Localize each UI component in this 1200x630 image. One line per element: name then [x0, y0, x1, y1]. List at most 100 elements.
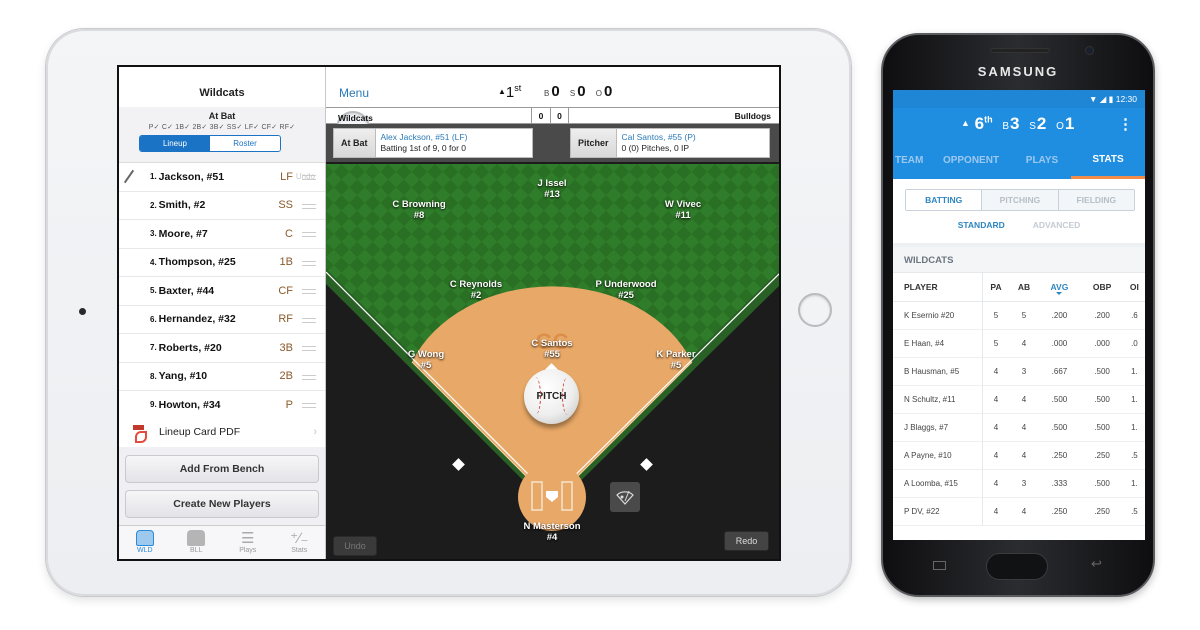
spray-chart-button[interactable]: [610, 482, 640, 512]
tab-standard[interactable]: STANDARD: [958, 220, 1005, 230]
fielder-label[interactable]: G Wong #5: [408, 349, 444, 371]
stats-row[interactable]: K Esernio #20 5 5.200.200.6: [893, 301, 1145, 330]
stats-row[interactable]: B Hausman, #5 4 3.667.500 1.: [893, 357, 1145, 386]
drag-handle-icon[interactable]: [302, 403, 316, 408]
lineup-row[interactable]: 8. Yang, #10 2B: [119, 363, 325, 391]
stats-row[interactable]: E Haan, #4 5 4.000.000.0: [893, 329, 1145, 358]
pitcher-card[interactable]: Pitcher Cal Santos, #55 (P) 0 (0) Pitches…: [570, 128, 770, 158]
tab-team[interactable]: TEAM: [893, 142, 929, 179]
lineup-row[interactable]: 3. Moore, #7 C: [119, 220, 325, 249]
drag-handle-icon[interactable]: [302, 260, 316, 266]
fielder-label[interactable]: N Masterson #4: [523, 521, 580, 543]
stats-row[interactable]: J Blaggs, #7 4 4.500.500 1.: [893, 413, 1145, 442]
column-header[interactable]: OI: [1123, 273, 1145, 302]
player-name: Howton, #34: [158, 398, 221, 411]
tab-advanced[interactable]: ADVANCED: [1033, 220, 1081, 230]
lineup-row[interactable]: 4. Thompson, #25 1B: [119, 249, 325, 277]
lineup-row[interactable]: 1. Jackson, #51 LF: [119, 163, 325, 192]
fielder-label[interactable]: C Reynolds #2: [450, 279, 502, 301]
player-cell: A Payne, #10: [893, 441, 983, 470]
add-from-bench-button[interactable]: Add From Bench: [125, 455, 319, 483]
fielder-label[interactable]: P Underwood #25: [595, 279, 656, 301]
lineup-row[interactable]: 2. Smith, #2 SS: [119, 192, 325, 220]
stats-row[interactable]: A Loomba, #15 4 3.333.500 1.: [893, 469, 1145, 498]
fielder-name: C Santos: [531, 338, 573, 349]
batting-order: 1.: [150, 172, 157, 182]
undo-button[interactable]: Undo: [333, 536, 377, 556]
at-bat-title: At Bat: [208, 111, 236, 121]
player-name: Roberts, #20: [158, 341, 222, 354]
pitch-button[interactable]: PITCH: [524, 369, 579, 424]
fielder-label[interactable]: W Vivec #11: [665, 199, 701, 221]
back-icon[interactable]: ↩: [1091, 556, 1102, 572]
tab-lineup[interactable]: Lineup: [140, 136, 210, 151]
overflow-menu-icon[interactable]: ⋮: [1118, 115, 1133, 133]
stats-row[interactable]: P DV, #22 4 4.250.250.5: [893, 497, 1145, 526]
drag-handle-icon[interactable]: [302, 317, 316, 323]
drag-handle-icon[interactable]: [302, 203, 316, 209]
lineup-row[interactable]: 9. Howton, #34 P: [119, 391, 325, 420]
lineup-row[interactable]: 7. Roberts, #20 3B: [119, 334, 325, 363]
stat-cell: .667: [1038, 357, 1081, 386]
fielder-number: #5: [420, 360, 432, 371]
stat-cell: 5: [982, 301, 1010, 330]
tab-stats[interactable]: STATS: [1071, 142, 1145, 179]
stats-row[interactable]: N Schultz, #11 4 4.500.500 1.: [893, 385, 1145, 414]
tab-opponent[interactable]: OPPONENT: [929, 142, 1013, 179]
drag-handle-icon[interactable]: [302, 374, 316, 380]
stats-row[interactable]: A Payne, #10 4 4.250.250.5: [893, 441, 1145, 470]
tab-pitching[interactable]: PITCHING: [982, 190, 1059, 210]
lineup-row[interactable]: 5. Baxter, #44 CF: [119, 277, 325, 306]
drag-handle-icon[interactable]: [302, 346, 316, 351]
menu-button[interactable]: Menu: [339, 86, 369, 100]
lineup-card-pdf-row[interactable]: Lineup Card PDF ›: [119, 417, 325, 447]
plus-minus-icon: ⁺∕₋: [290, 530, 309, 547]
player-position: 2B: [279, 370, 293, 383]
tab-plays[interactable]: PLAYS: [1013, 142, 1071, 179]
stat-cell: .500: [1080, 357, 1124, 386]
batter-name: Alex Jackson, #51 (LF): [380, 132, 468, 142]
stat-cell: .250: [1080, 497, 1124, 526]
tab-label: WLD: [136, 547, 153, 554]
column-header[interactable]: PLAYER: [893, 273, 983, 302]
home-button[interactable]: [986, 553, 1048, 580]
fielder-label[interactable]: C Browning #8: [392, 199, 445, 221]
status-icons: ▼ ◢ ▮: [1088, 94, 1114, 104]
player-name: Smith, #2: [158, 199, 206, 212]
lineup-roster-toggle: Lineup Roster: [139, 135, 281, 152]
status-time: 12:30: [1115, 94, 1137, 104]
fielder-label[interactable]: K Parker #5: [656, 349, 695, 371]
home-button[interactable]: [798, 293, 832, 327]
tab-stats[interactable]: ⁺∕₋ Stats: [274, 526, 326, 559]
redo-button[interactable]: Redo: [724, 531, 769, 551]
tab-fielding[interactable]: FIELDING: [1058, 190, 1134, 210]
tab-roster[interactable]: Roster: [210, 136, 280, 151]
lineup-row[interactable]: 6. Hernandez, #32 RF: [119, 306, 325, 334]
column-header[interactable]: AB: [1009, 273, 1039, 302]
tab-batting[interactable]: BATTING: [906, 190, 983, 210]
tab-wld[interactable]: WLD: [119, 526, 171, 559]
fielder-label[interactable]: C Santos #55: [531, 338, 572, 360]
fielder-label[interactable]: J Issel #13: [537, 178, 566, 200]
balls-value: 0: [551, 83, 560, 100]
game-header: ▲ 6th B3 S2 O1 ⋮: [893, 108, 1145, 142]
tab-plays[interactable]: ☰ Plays: [222, 526, 274, 559]
brand-logo: SAMSUNG: [977, 64, 1059, 79]
tab-label: Plays: [239, 547, 257, 554]
column-header[interactable]: PA: [982, 273, 1010, 302]
drag-handle-icon[interactable]: [302, 232, 316, 237]
column-header[interactable]: AVG: [1038, 273, 1081, 302]
at-bat-card[interactable]: At Bat Alex Jackson, #51 (LF) Batting 1st…: [333, 128, 533, 158]
fielder-name: N Masterson: [523, 521, 581, 532]
drag-handle-icon[interactable]: [302, 289, 316, 294]
pitcher-label: Pitcher: [571, 129, 617, 157]
stat-cell: 4: [982, 357, 1010, 386]
stat-cell: 4: [1009, 385, 1039, 414]
drag-handle-icon[interactable]: [302, 175, 316, 180]
recent-apps-icon[interactable]: [933, 561, 946, 570]
create-new-players-button[interactable]: Create New Players: [125, 490, 319, 518]
player-position: CF: [278, 284, 293, 297]
tab-bll[interactable]: BLL: [171, 526, 223, 559]
column-header[interactable]: OBP: [1080, 273, 1124, 302]
game-state: ▲ 6th B3 S2 O1: [961, 114, 1074, 134]
